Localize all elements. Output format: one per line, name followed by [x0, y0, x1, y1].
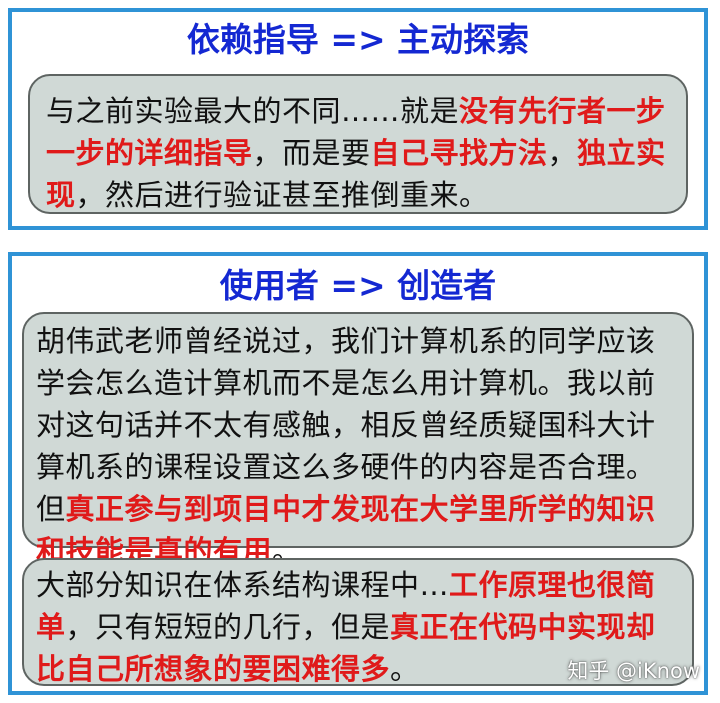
exploration-text-box: 与之前实验最大的不同……就是没有先行者一步一步的详细指导，而是要自己寻找方法，独… [28, 74, 688, 214]
text-run: 与之前实验最大的不同……就是 [46, 94, 460, 128]
panel-title-creator: 使用者 => 创造者 [219, 266, 497, 305]
text-run: ，而是要 [252, 136, 371, 170]
panel-creator: 使用者 => 创造者 胡伟武老师曾经说过，我们计算机系的同学应该学会怎么造计算机… [8, 252, 708, 695]
text-run: ，只有短短的几行，但是 [65, 610, 391, 644]
watermark: 知乎 @iKnow [567, 659, 700, 683]
highlight-run: 真正参与到项目中才发现在大学里所学的知识和技能是真的有用 [36, 492, 656, 568]
creator-paragraph-1: 胡伟武老师曾经说过，我们计算机系的同学应该学会怎么造计算机而不是怎么用计算机。我… [36, 320, 682, 572]
panel-title-exploration: 依赖指导 => 主动探索 [186, 20, 530, 59]
text-run: 。 [390, 652, 420, 686]
exploration-paragraph: 与之前实验最大的不同……就是没有先行者一步一步的详细指导，而是要自己寻找方法，独… [46, 90, 674, 216]
text-run: 大部分知识在体系结构课程中… [36, 568, 450, 602]
panel-exploration: 依赖指导 => 主动探索 与之前实验最大的不同……就是没有先行者一步一步的详细指… [8, 8, 708, 230]
text-run: ，然后进行验证甚至推倒重来。 [75, 178, 489, 212]
highlight-run: 自己寻找方法 [370, 136, 548, 170]
creator-text-box-1: 胡伟武老师曾经说过，我们计算机系的同学应该学会怎么造计算机而不是怎么用计算机。我… [22, 312, 694, 568]
text-run: ， [547, 136, 578, 170]
